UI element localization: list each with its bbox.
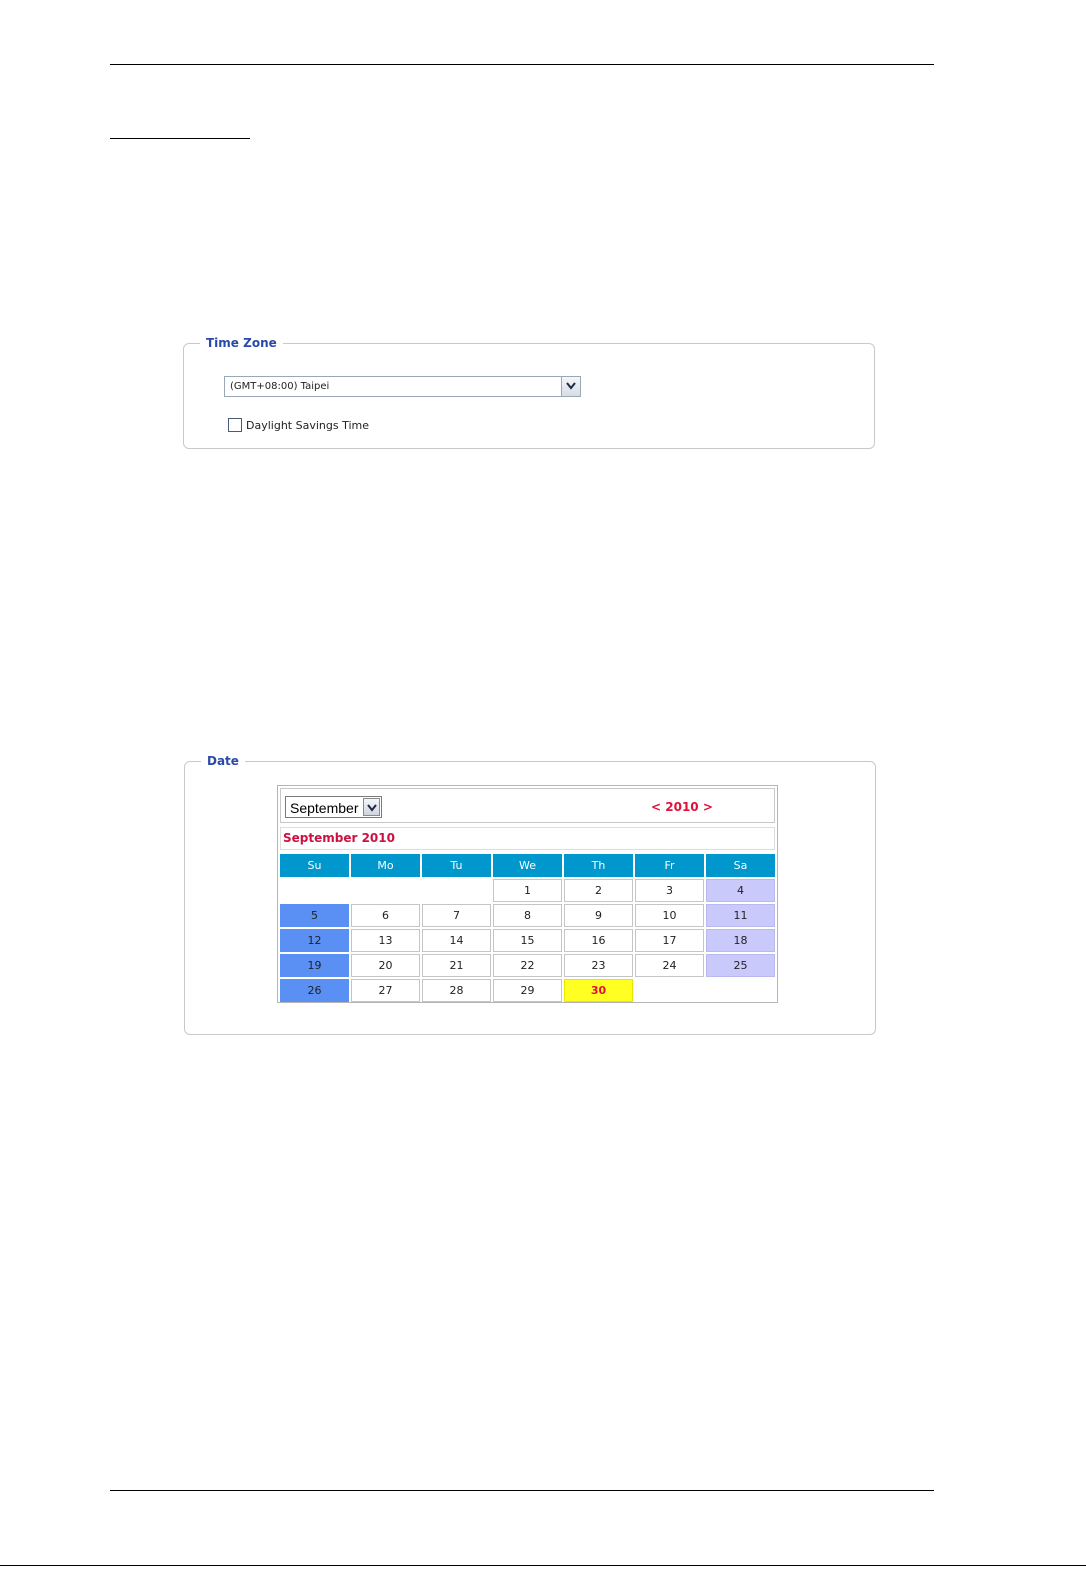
- section-underline: [110, 138, 250, 139]
- calendar-day-15[interactable]: 15: [493, 929, 562, 952]
- month-select-value: September: [290, 800, 359, 816]
- month-select[interactable]: September: [285, 796, 382, 818]
- weekday-header-th: Th: [564, 854, 633, 877]
- calendar-day-27[interactable]: 27: [351, 979, 420, 1002]
- calendar-day-30[interactable]: 30: [564, 979, 633, 1002]
- calendar-day-26[interactable]: 26: [280, 979, 349, 1002]
- weekday-header-tu: Tu: [422, 854, 491, 877]
- date-panel: Date September < 2010 > September 2010 S…: [184, 753, 876, 1035]
- month-dropdown-button[interactable]: [363, 798, 380, 816]
- chevron-down-icon: [367, 804, 377, 812]
- calendar-day-5[interactable]: 5: [280, 904, 349, 927]
- calendar-week-row: 19 20 21 22 23 24 25: [280, 954, 775, 977]
- time-zone-dropdown-button[interactable]: [561, 377, 580, 396]
- time-zone-select-value: (GMT+08:00) Taipei: [230, 381, 330, 392]
- calendar-day-13[interactable]: 13: [351, 929, 420, 952]
- calendar-empty-cell: [280, 879, 349, 902]
- calendar-widget: September < 2010 > September 2010 Su Mo Tu…: [277, 785, 778, 1003]
- calendar-day-17[interactable]: 17: [635, 929, 704, 952]
- calendar-day-3[interactable]: 3: [635, 879, 704, 902]
- calendar-body: 1 2 3 4 5 6 7 8 9 10 11 12 13 14 15 16 17 18 19 20 21 22 23 24 2…: [280, 879, 775, 1002]
- calendar-day-16[interactable]: 16: [564, 929, 633, 952]
- weekday-header-row: Su Mo Tu We Th Fr Sa: [280, 854, 775, 877]
- prev-year-button[interactable]: <: [651, 800, 661, 814]
- calendar-day-10[interactable]: 10: [635, 904, 704, 927]
- weekday-header-su: Su: [280, 854, 349, 877]
- time-zone-select[interactable]: (GMT+08:00) Taipei: [224, 376, 581, 397]
- calendar-empty-cell: [706, 979, 775, 1002]
- footer-rule: [110, 1490, 934, 1491]
- calendar-day-29[interactable]: 29: [493, 979, 562, 1002]
- calendar-day-9[interactable]: 9: [564, 904, 633, 927]
- calendar-header: September < 2010 >: [280, 788, 775, 823]
- year-navigator: < 2010 >: [651, 799, 713, 815]
- calendar-day-18[interactable]: 18: [706, 929, 775, 952]
- date-legend: Date: [201, 753, 245, 769]
- calendar-day-22[interactable]: 22: [493, 954, 562, 977]
- calendar-day-19[interactable]: 19: [280, 954, 349, 977]
- calendar-day-7[interactable]: 7: [422, 904, 491, 927]
- calendar-empty-cell: [635, 979, 704, 1002]
- year-label: 2010: [665, 800, 699, 814]
- calendar-day-6[interactable]: 6: [351, 904, 420, 927]
- calendar-day-8[interactable]: 8: [493, 904, 562, 927]
- calendar-day-21[interactable]: 21: [422, 954, 491, 977]
- page-edge-line: [0, 1565, 1086, 1566]
- calendar-day-11[interactable]: 11: [706, 904, 775, 927]
- calendar-day-25[interactable]: 25: [706, 954, 775, 977]
- header-rule: [110, 64, 934, 65]
- calendar-day-24[interactable]: 24: [635, 954, 704, 977]
- calendar-day-2[interactable]: 2: [564, 879, 633, 902]
- calendar-day-12[interactable]: 12: [280, 929, 349, 952]
- calendar-empty-cell: [422, 879, 491, 902]
- calendar-week-row: 26 27 28 29 30: [280, 979, 775, 1002]
- calendar-week-row: 12 13 14 15 16 17 18: [280, 929, 775, 952]
- calendar-grid: Su Mo Tu We Th Fr Sa 1 2 3 4 5 6 7 8 9 10 11 12 13 14 15 16 17…: [278, 852, 777, 1004]
- calendar-day-4[interactable]: 4: [706, 879, 775, 902]
- calendar-empty-cell: [351, 879, 420, 902]
- weekday-header-we: We: [493, 854, 562, 877]
- time-zone-panel: Time Zone (GMT+08:00) Taipei Daylight Sa…: [183, 335, 875, 449]
- calendar-day-23[interactable]: 23: [564, 954, 633, 977]
- calendar-day-28[interactable]: 28: [422, 979, 491, 1002]
- calendar-title: September 2010: [280, 827, 775, 850]
- calendar-day-14[interactable]: 14: [422, 929, 491, 952]
- weekday-header-sa: Sa: [706, 854, 775, 877]
- weekday-header-mo: Mo: [351, 854, 420, 877]
- weekday-header-fr: Fr: [635, 854, 704, 877]
- chevron-down-icon: [566, 382, 576, 390]
- daylight-savings-label[interactable]: Daylight Savings Time: [246, 418, 369, 433]
- calendar-day-1[interactable]: 1: [493, 879, 562, 902]
- calendar-week-row: 1234: [280, 879, 775, 902]
- next-year-button[interactable]: >: [703, 800, 713, 814]
- calendar-week-row: 5 6 7 8 9 10 11: [280, 904, 775, 927]
- daylight-savings-checkbox[interactable]: [228, 418, 242, 432]
- time-zone-legend: Time Zone: [200, 335, 283, 351]
- calendar-day-20[interactable]: 20: [351, 954, 420, 977]
